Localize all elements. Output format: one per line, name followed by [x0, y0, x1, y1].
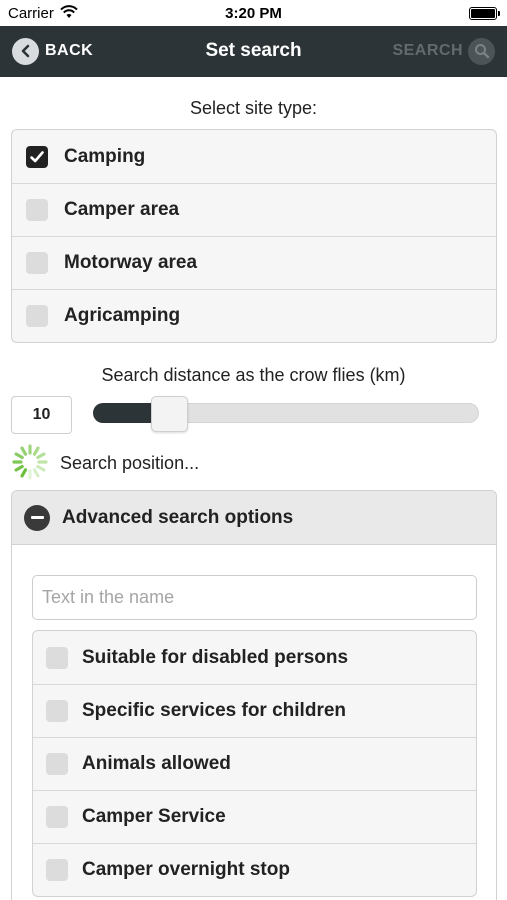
checkbox-checked[interactable]: [26, 145, 48, 168]
checkbox[interactable]: [46, 859, 68, 881]
search-label: SEARCH: [392, 42, 463, 59]
advanced-options-list: Suitable for disabled persons Specific s…: [32, 630, 477, 897]
option-row-children-services[interactable]: Specific services for children: [33, 684, 476, 737]
site-type-label: Camper area: [64, 199, 180, 220]
site-type-row-camper-area[interactable]: Camper area: [12, 183, 496, 236]
collapse-minus-icon: [24, 504, 50, 531]
checkbox[interactable]: [46, 700, 68, 722]
checkbox[interactable]: [26, 199, 48, 221]
option-label: Animals allowed: [82, 753, 231, 774]
search-button[interactable]: SEARCH: [392, 37, 495, 65]
distance-caption: Search distance as the crow flies (km): [101, 365, 406, 385]
option-label: Camper Service: [82, 806, 226, 827]
option-label: Camper overnight stop: [82, 859, 290, 880]
checkbox[interactable]: [46, 806, 68, 828]
checkbox[interactable]: [26, 305, 48, 327]
checkbox[interactable]: [26, 252, 48, 274]
status-bar: Carrier 3:20 PM: [0, 0, 507, 26]
option-label: Suitable for disabled persons: [82, 646, 349, 668]
advanced-options-panel: Advanced search options Suitable for dis…: [11, 490, 497, 900]
site-type-caption: Select site type:: [189, 98, 318, 118]
loading-spinner-icon: [12, 444, 48, 480]
distance-value-field[interactable]: 10: [11, 396, 72, 434]
position-status: Search position...: [60, 453, 200, 473]
site-type-row-agricamping[interactable]: Agricamping: [12, 289, 496, 342]
navigation-bar: BACK Set search SEARCH: [0, 26, 507, 77]
slider-thumb[interactable]: [151, 396, 189, 432]
advanced-options-title: Advanced search options: [62, 506, 294, 528]
battery-icon: [469, 7, 500, 20]
site-type-list: Camping Camper area Motorway area Agrica…: [11, 129, 497, 343]
checkbox[interactable]: [46, 646, 68, 669]
option-label: Specific services for children: [82, 700, 347, 721]
back-button[interactable]: BACK: [12, 37, 93, 65]
chevron-left-icon: [12, 37, 39, 65]
site-type-label: Motorway area: [64, 252, 198, 273]
checkbox[interactable]: [46, 753, 68, 775]
search-icon: [468, 37, 495, 65]
option-row-camper-overnight-stop[interactable]: Camper overnight stop: [33, 843, 476, 896]
site-type-label: Agricamping: [64, 305, 181, 326]
status-time: 3:20 PM: [225, 5, 282, 22]
option-row-disabled-persons[interactable]: Suitable for disabled persons: [33, 631, 476, 684]
option-row-animals-allowed[interactable]: Animals allowed: [33, 737, 476, 790]
site-type-row-camping[interactable]: Camping: [12, 130, 496, 183]
advanced-options-toggle[interactable]: Advanced search options: [12, 491, 496, 545]
back-label: BACK: [45, 42, 94, 59]
distance-slider[interactable]: [93, 396, 479, 432]
site-type-row-motorway-area[interactable]: Motorway area: [12, 236, 496, 289]
checkmark-icon: [30, 150, 44, 162]
site-type-label: Camping: [64, 145, 146, 167]
option-row-camper-service[interactable]: Camper Service: [33, 790, 476, 843]
name-search-input[interactable]: [32, 575, 477, 620]
